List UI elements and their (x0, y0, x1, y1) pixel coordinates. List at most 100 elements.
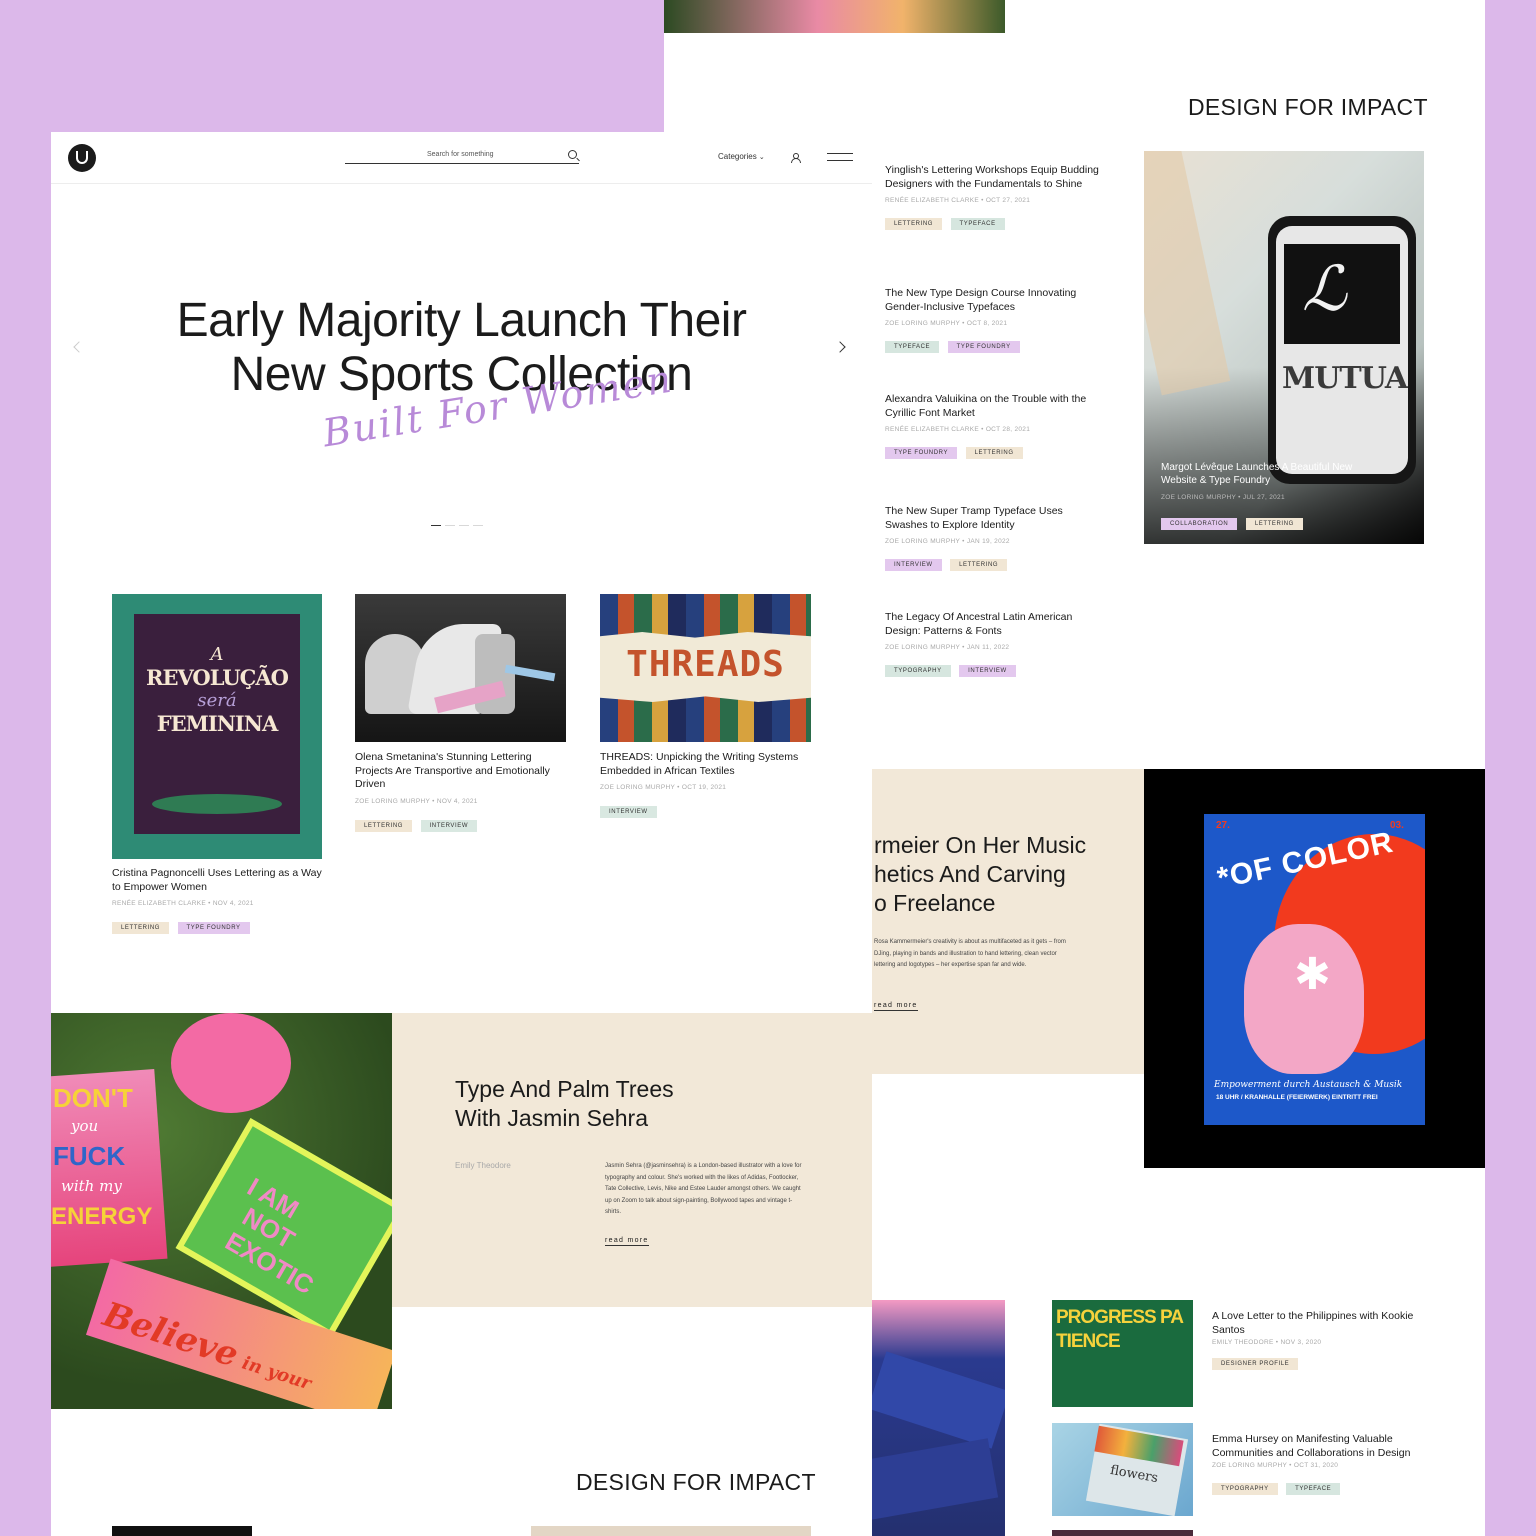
story-title-line[interactable]: rmeier On Her Music (874, 831, 1086, 860)
author: ZOE LORING MURPHY (355, 797, 431, 805)
bottom-thumb[interactable] (531, 1526, 811, 1536)
tag[interactable]: TYPEFACE (885, 341, 940, 353)
tag[interactable]: TYPEFACE (950, 218, 1005, 230)
list-item[interactable]: The New Super Tramp Typeface Uses Swashe… (885, 505, 1100, 571)
card-image[interactable]: THREADS (600, 594, 811, 742)
list-item[interactable]: Yinglish's Lettering Workshops Equip Bud… (885, 164, 1100, 230)
top-nav: Search for something Categories ⌄ (51, 132, 872, 184)
tag[interactable]: INTERVIEW (600, 806, 657, 818)
read-more-link[interactable]: read more (605, 1237, 649, 1246)
list-thumb[interactable]: PROGRESS PATIENCE (1052, 1300, 1193, 1407)
tag[interactable]: DESIGNER PROFILE (1212, 1358, 1299, 1370)
read-more-link[interactable]: read more (874, 1002, 918, 1011)
search-icon[interactable] (568, 150, 577, 159)
poster-line: FEMININA (156, 711, 279, 736)
user-icon[interactable] (791, 153, 801, 163)
author: EMILY THEODORE (1212, 1339, 1274, 1346)
chevron-down-icon: ⌄ (758, 154, 765, 161)
tag[interactable]: TYPEFACE (1286, 1483, 1341, 1495)
bottom-thumb[interactable] (112, 1526, 252, 1536)
list-item[interactable]: The Legacy Of Ancestral Latin American D… (885, 611, 1100, 677)
categories-label[interactable]: Categories (718, 152, 757, 161)
date: JAN 11, 2022 (966, 644, 1010, 651)
tag[interactable]: TYPE FOUNDRY (177, 922, 250, 934)
bottom-left-image[interactable] (864, 1300, 1005, 1536)
article-title[interactable]: Yinglish's Lettering Workshops Equip Bud… (885, 164, 1100, 191)
date: OCT 27, 2021 (985, 197, 1031, 204)
search-bar[interactable]: Search for something (345, 150, 579, 164)
card[interactable]: Cristina Pagnoncelli Uses Lettering as a… (112, 867, 322, 934)
date: NOV 3, 2020 (1280, 1339, 1322, 1346)
tag[interactable]: TYPOGRAPHY (885, 665, 951, 677)
date: OCT 19, 2021 (681, 784, 727, 791)
tag[interactable]: INTERVIEW (959, 665, 1016, 677)
categories-dropdown[interactable]: Categories ⌄ (718, 152, 765, 161)
card[interactable]: Olena Smetanina's Stunning Lettering Pro… (355, 751, 570, 832)
tag[interactable]: LETTERING (1245, 518, 1303, 530)
date: NOV 4, 2021 (212, 900, 254, 907)
card-image[interactable] (355, 594, 566, 742)
logo[interactable] (68, 144, 96, 172)
tag[interactable]: LETTERING (112, 922, 170, 934)
tag[interactable]: LETTERING (965, 447, 1023, 459)
feature-title[interactable]: Margot Lévêque Launches A Beautiful New … (1161, 461, 1371, 487)
poster-line: A (210, 644, 224, 665)
list-item[interactable]: Emma Hursey on Manifesting Valuable Comm… (1212, 1433, 1422, 1495)
author: ZOE LORING MURPHY (1212, 1462, 1288, 1469)
tag[interactable]: TYPE FOUNDRY (947, 341, 1020, 353)
list-item[interactable]: A Love Letter to the Philippines with Ko… (1212, 1310, 1422, 1370)
list-thumb[interactable]: flowers (1052, 1423, 1193, 1516)
card-image-text: THREADS (626, 644, 785, 685)
tag[interactable]: COLLABORATION (1161, 518, 1238, 530)
tag[interactable]: LETTERING (950, 559, 1008, 571)
article-title[interactable]: The New Type Design Course Innovating Ge… (885, 287, 1100, 314)
article-title[interactable]: Emma Hursey on Manifesting Valuable Comm… (1212, 1433, 1422, 1460)
story-image[interactable]: DON'T you FUCK with my ENERGY I AM NOT E… (51, 1013, 392, 1409)
author: ZOE LORING MURPHY (885, 320, 961, 327)
story-title-line[interactable]: hetics And Carving (874, 860, 1086, 889)
phone-image: ℒ MUTUAL (1268, 216, 1416, 484)
poster-line: será (197, 690, 237, 711)
poster-image: 27. 03. *OF COLOR ✱ Empowerment durch Au… (1204, 814, 1425, 1125)
list-item[interactable]: Alexandra Valuikina on the Trouble with … (885, 393, 1100, 459)
sign-text: DON'T (53, 1083, 133, 1113)
author: ZOE LORING MURPHY (600, 784, 676, 791)
article-title[interactable]: The New Super Tramp Typeface Uses Swashe… (885, 505, 1100, 532)
card-image[interactable]: A REVOLUÇÃO será FEMININA (112, 594, 322, 859)
article-title[interactable]: Cristina Pagnoncelli Uses Lettering as a… (112, 867, 322, 894)
list-item[interactable]: The New Type Design Course Innovating Ge… (885, 287, 1100, 353)
card[interactable]: THREADS: Unpicking the Writing Systems E… (600, 751, 815, 818)
tag[interactable]: TYPE FOUNDRY (885, 447, 958, 459)
carousel-dots[interactable] (431, 525, 483, 526)
author: RENÉE ELIZABETH CLARKE (885, 426, 980, 433)
tag[interactable]: INTERVIEW (420, 819, 478, 832)
top-image-strip (664, 0, 1005, 33)
article-title[interactable]: The Legacy Of Ancestral Latin American D… (885, 611, 1100, 638)
tag[interactable]: INTERVIEW (885, 559, 942, 571)
poster-block[interactable]: 27. 03. *OF COLOR ✱ Empowerment durch Au… (1144, 769, 1485, 1168)
front-page: Search for something Categories ⌄ Early … (51, 132, 872, 1536)
story-author[interactable]: Emily Theodore (455, 1161, 511, 1170)
menu-icon[interactable] (827, 153, 853, 161)
date: NOV 4, 2021 (436, 797, 478, 805)
story-block: rmeier On Her Music hetics And Carving o… (864, 769, 1144, 1074)
article-title[interactable]: Olena Smetanina's Stunning Lettering Pro… (355, 751, 570, 792)
tag[interactable]: TYPOGRAPHY (1212, 1483, 1278, 1495)
story-title-line[interactable]: With Jasmin Sehra (455, 1104, 674, 1133)
story-title-line[interactable]: Type And Palm Trees (455, 1075, 674, 1104)
section-title: DESIGN FOR IMPACT (576, 1469, 816, 1495)
sign-text: FUCK (53, 1141, 126, 1171)
tag[interactable]: LETTERING (355, 819, 413, 832)
tag[interactable]: LETTERING (885, 218, 943, 230)
feature-card[interactable]: ℒ MUTUAL Margot Lévêque Launches A Beaut… (1144, 151, 1424, 544)
story-excerpt: Rosa Kammermeier's creativity is about a… (874, 939, 1066, 968)
article-title[interactable]: THREADS: Unpicking the Writing Systems E… (600, 751, 815, 778)
search-input[interactable]: Search for something (427, 151, 494, 158)
article-title[interactable]: A Love Letter to the Philippines with Ko… (1212, 1310, 1422, 1337)
hero-title[interactable]: Early Majority Launch Their New Sports C… (51, 294, 872, 402)
poster-date-right: 03. (1390, 820, 1404, 831)
story-title-line[interactable]: o Freelance (874, 889, 1086, 918)
phone-text: MUTUAL (1282, 361, 1408, 396)
article-title[interactable]: Alexandra Valuikina on the Trouble with … (885, 393, 1100, 420)
date: OCT 28, 2021 (985, 426, 1031, 433)
